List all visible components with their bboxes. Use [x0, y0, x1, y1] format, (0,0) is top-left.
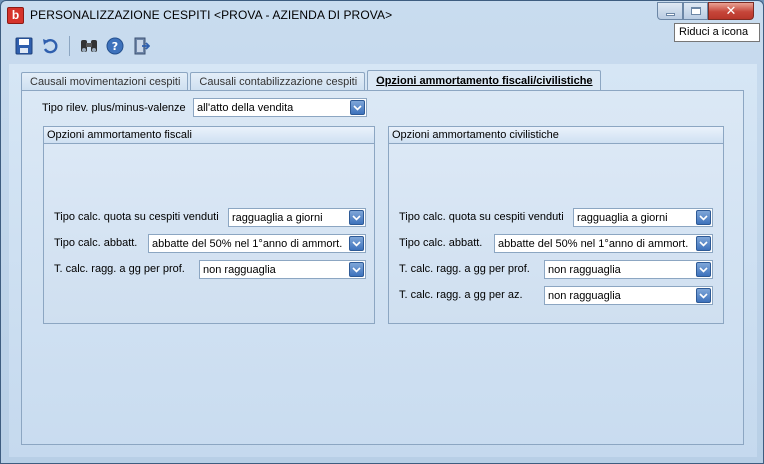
civilistiche-group-title: Opzioni ammortamento civilistiche	[389, 127, 723, 144]
close-button[interactable]: ✕	[708, 2, 754, 20]
civilistiche-group: Opzioni ammortamento civilistiche Tipo c…	[388, 126, 724, 324]
civilistiche-quota-label: Tipo calc. quota su cespiti venduti	[399, 211, 564, 223]
tab-strip: Causali movimentazioni cespiti Causali c…	[21, 69, 603, 92]
app-logo-icon[interactable]: b	[7, 7, 24, 24]
chevron-down-icon	[699, 214, 708, 221]
fiscali-ragg-prof-label: T. calc. ragg. a gg per prof.	[54, 263, 185, 275]
dropdown-button[interactable]	[696, 210, 711, 225]
civilistiche-ragg-prof-label: T. calc. ragg. a gg per prof.	[399, 263, 530, 275]
fiscali-abbatt-select[interactable]: abbatte del 50% nel 1°anno di ammort.	[148, 234, 366, 253]
fiscali-ragg-prof-value: non ragguaglia	[203, 264, 276, 276]
plus-minus-label: Tipo rilev. plus/minus-valenze	[42, 102, 186, 114]
chevron-down-icon	[353, 104, 362, 111]
chevron-down-icon	[699, 266, 708, 273]
exit-icon	[134, 37, 150, 55]
close-icon: ✕	[725, 3, 737, 19]
civilistiche-quota-value: ragguaglia a giorni	[577, 212, 668, 224]
dropdown-button[interactable]	[349, 236, 364, 251]
chevron-down-icon	[352, 240, 361, 247]
chevron-down-icon	[699, 240, 708, 247]
window-title: PERSONALIZZAZIONE CESPITI <PROVA - AZIEN…	[30, 8, 393, 22]
undo-button[interactable]	[39, 35, 61, 57]
plus-minus-select[interactable]: all'atto della vendita	[193, 98, 367, 117]
save-button[interactable]	[13, 35, 35, 57]
civilistiche-abbatt-value: abbatte del 50% nel 1°anno di ammort.	[498, 238, 689, 250]
civilistiche-abbatt-select[interactable]: abbatte del 50% nel 1°anno di ammort.	[494, 234, 713, 253]
toolbar-separator	[69, 36, 70, 56]
undo-icon	[43, 39, 58, 54]
minimize-tooltip: Riduci a icona	[674, 23, 760, 42]
dropdown-button[interactable]	[350, 100, 365, 115]
civilistiche-ragg-prof-select[interactable]: non ragguaglia	[544, 260, 713, 279]
civilistiche-ragg-az-select[interactable]: non ragguaglia	[544, 286, 713, 305]
civilistiche-ragg-prof-value: non ragguaglia	[548, 264, 621, 276]
civilistiche-quota-select[interactable]: ragguaglia a giorni	[573, 208, 713, 227]
civilistiche-ragg-az-value: non ragguaglia	[548, 290, 621, 302]
help-icon: ?	[106, 37, 124, 55]
save-icon	[15, 37, 33, 55]
dropdown-button[interactable]	[349, 262, 364, 277]
chevron-down-icon	[699, 292, 708, 299]
tab-causali-contabilizzazione[interactable]: Causali contabilizzazione cespiti	[190, 72, 366, 91]
civilistiche-ragg-az-label: T. calc. ragg. a gg per az.	[399, 289, 523, 301]
plus-minus-value: all'atto della vendita	[197, 102, 294, 114]
minimize-button[interactable]	[657, 2, 683, 20]
fiscali-ragg-prof-select[interactable]: non ragguaglia	[199, 260, 366, 279]
chevron-down-icon	[352, 266, 361, 273]
dropdown-button[interactable]	[349, 210, 364, 225]
fiscali-quota-select[interactable]: ragguaglia a giorni	[228, 208, 366, 227]
maximize-icon	[690, 7, 701, 15]
fiscali-abbatt-value: abbatte del 50% nel 1°anno di ammort.	[152, 238, 343, 250]
dropdown-button[interactable]	[696, 288, 711, 303]
fiscali-group-title: Opzioni ammortamento fiscali	[44, 127, 374, 144]
find-button[interactable]	[78, 35, 100, 57]
minimize-icon	[665, 12, 675, 16]
fiscali-abbatt-label: Tipo calc. abbatt.	[54, 237, 138, 249]
maximize-button[interactable]	[683, 2, 708, 20]
tab-opzioni-ammortamento[interactable]: Opzioni ammortamento fiscali/civilistich…	[367, 70, 601, 92]
tab-causali-movimentazioni[interactable]: Causali movimentazioni cespiti	[21, 72, 189, 91]
dropdown-button[interactable]	[696, 262, 711, 277]
exit-button[interactable]	[130, 35, 152, 57]
app-window: b PERSONALIZZAZIONE CESPITI <PROVA - AZI…	[0, 0, 764, 464]
tab-panel: Tipo rilev. plus/minus-valenze all'atto …	[21, 90, 744, 445]
dropdown-button[interactable]	[696, 236, 711, 251]
svg-text:?: ?	[112, 40, 118, 53]
fiscali-quota-label: Tipo calc. quota su cespiti venduti	[54, 211, 219, 223]
fiscali-quota-value: ragguaglia a giorni	[232, 212, 323, 224]
find-icon	[81, 40, 97, 52]
civilistiche-abbatt-label: Tipo calc. abbatt.	[399, 237, 483, 249]
chevron-down-icon	[352, 214, 361, 221]
fiscali-group: Opzioni ammortamento fiscali Tipo calc. …	[43, 126, 375, 324]
help-button[interactable]: ?	[104, 35, 126, 57]
toolbar: ?	[7, 31, 759, 61]
title-bar[interactable]: b PERSONALIZZAZIONE CESPITI <PROVA - AZI…	[1, 1, 763, 29]
